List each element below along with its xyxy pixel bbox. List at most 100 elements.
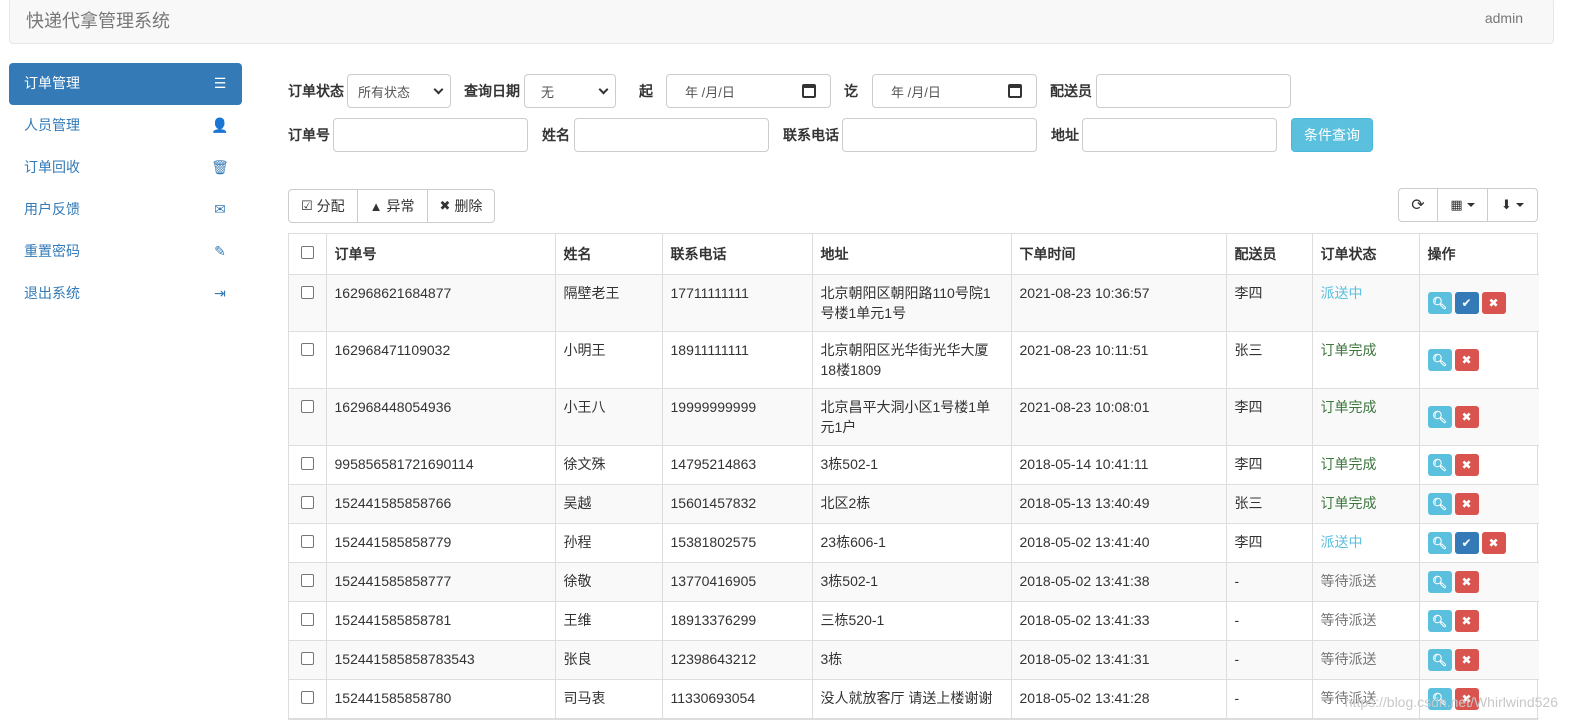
table-row[interactable]: 162968448054936 小王八 19999999999 北京昌平大洞小区1号楼… [289, 388, 1539, 446]
calendar-icon[interactable] [1008, 84, 1022, 98]
cell-status: 等待派送 [1312, 640, 1420, 680]
refresh-button[interactable]: ⟳ [1398, 188, 1438, 222]
columns-button[interactable]: ▦ [1437, 188, 1488, 222]
row-checkbox[interactable] [301, 456, 314, 470]
view-button[interactable]: 🔍︎ [1427, 531, 1452, 554]
cell-phone: 18913376299 [662, 601, 813, 641]
status-select[interactable]: 所有状态 [347, 74, 451, 108]
select-all-cell [289, 234, 327, 275]
sidebar-item-3[interactable]: 用户反馈 ✉ [9, 189, 242, 231]
row-checkbox[interactable] [301, 690, 314, 704]
col-address[interactable]: 地址 [812, 234, 1012, 275]
row-checkbox[interactable] [301, 573, 314, 587]
col-phone[interactable]: 联系电话 [662, 234, 813, 275]
row-checkbox[interactable] [301, 399, 314, 413]
to-date-value: 年 /月/日 [891, 84, 941, 100]
assign-button[interactable]: ☑ 分配 [288, 189, 358, 223]
table-row[interactable]: 162968621684877 隔壁老王 17711111111 北京朝阳区朝阳路11… [289, 274, 1539, 332]
sidebar-item-4[interactable]: 重置密码 ✎ [9, 231, 242, 273]
cell-time: 2021-08-23 10:08:01 [1011, 388, 1227, 446]
view-button[interactable]: 🔍︎ [1427, 405, 1452, 428]
current-user[interactable]: admin [1485, 10, 1523, 26]
search-icon: 🔍︎ [1431, 352, 1448, 367]
row-checkbox[interactable] [301, 285, 314, 299]
cell-phone: 14795214863 [662, 445, 813, 485]
col-status[interactable]: 订单状态 [1312, 234, 1420, 275]
export-button[interactable]: ⬇ [1487, 188, 1538, 222]
order-no-input[interactable] [333, 118, 528, 152]
from-date-input[interactable]: 年 /月/日 [666, 74, 831, 108]
calendar-icon[interactable] [802, 84, 816, 98]
cell-address: 3栋 [812, 640, 1012, 680]
table-row[interactable]: 152441585858777 徐敬 13770416905 3栋502-1 2018-… [289, 562, 1539, 602]
sidebar-item-2[interactable]: 订单回收 🗑 [9, 147, 242, 189]
courier-input[interactable] [1096, 74, 1291, 108]
confirm-button[interactable]: ✔ [1454, 291, 1479, 314]
view-button[interactable]: 🔍︎ [1427, 570, 1452, 593]
table-row[interactable]: 152441585858779 孙程 15381802575 23栋606-1 2018… [289, 523, 1539, 563]
table-row[interactable]: 152441585858783543 张良 12398643212 3栋 2018-05… [289, 640, 1539, 680]
phone-input[interactable] [842, 118, 1037, 152]
row-checkbox[interactable] [301, 534, 314, 548]
pencil-icon: ✎ [214, 243, 226, 259]
row-checkbox[interactable] [301, 342, 314, 356]
remove-button[interactable]: ✖ [1454, 405, 1479, 428]
abnormal-button[interactable]: ▲ 异常 [356, 189, 428, 223]
cell-courier: 李四 [1226, 523, 1313, 563]
row-select-cell [289, 274, 327, 332]
table-row[interactable]: 152441585858766 吴越 15601457832 北区2栋 2018-05-… [289, 484, 1539, 524]
cell-order-no: 152441585858783543 [326, 640, 556, 680]
view-button[interactable]: 🔍︎ [1427, 291, 1452, 314]
col-courier[interactable]: 配送员 [1226, 234, 1313, 275]
remove-button[interactable]: ✖ [1454, 570, 1479, 593]
cell-time: 2018-05-02 13:41:28 [1011, 679, 1227, 719]
row-checkbox[interactable] [301, 495, 314, 509]
cell-time: 2021-08-23 10:11:51 [1011, 331, 1227, 389]
view-button[interactable]: 🔍︎ [1427, 453, 1452, 476]
remove-button[interactable]: ✖ [1454, 648, 1479, 671]
col-order-no[interactable]: 订单号 [326, 234, 556, 275]
cell-address: 3栋502-1 [812, 445, 1012, 485]
cell-status: 订单完成 [1312, 484, 1420, 524]
grid-icon: ▦ [1450, 197, 1463, 212]
status-select-value: 所有状态 [358, 84, 411, 100]
cell-courier: 李四 [1226, 388, 1313, 446]
sidebar-item-1[interactable]: 人员管理 👤 [9, 105, 242, 147]
view-button[interactable]: 🔍︎ [1427, 492, 1452, 515]
view-button[interactable]: 🔍︎ [1427, 348, 1452, 371]
col-name[interactable]: 姓名 [555, 234, 663, 275]
name-input[interactable] [574, 118, 769, 152]
sidebar-item-0[interactable]: 订单管理 ☰ [9, 63, 242, 105]
confirm-button[interactable]: ✔ [1454, 531, 1479, 554]
table-row[interactable]: 152441585858781 王维 18913376299 三栋520-1 2018-… [289, 601, 1539, 641]
cell-courier: - [1226, 640, 1313, 680]
query-button[interactable]: 条件查询 [1291, 118, 1373, 152]
remove-button[interactable]: ✖ [1454, 348, 1479, 371]
search-icon: 🔍︎ [1431, 457, 1448, 472]
cell-order-no: 162968471109032 [326, 331, 556, 389]
remove-button[interactable]: ✖ [1481, 531, 1506, 554]
date-select[interactable]: 无 [524, 74, 616, 108]
address-input[interactable] [1082, 118, 1277, 152]
remove-button[interactable]: ✖ [1454, 492, 1479, 515]
table-row[interactable]: 162968471109032 小明王 18911111111 北京朝阳区光华街光华大… [289, 331, 1539, 389]
select-all-checkbox[interactable] [301, 246, 314, 260]
to-date-input[interactable]: 年 /月/日 [872, 74, 1037, 108]
remove-button[interactable]: ✖ [1454, 453, 1479, 476]
remove-button[interactable]: ✖ [1454, 609, 1479, 632]
col-order-time[interactable]: 下单时间 [1011, 234, 1227, 275]
view-button[interactable]: 🔍︎ [1427, 648, 1452, 671]
cell-name: 司马衷 [555, 679, 663, 719]
row-checkbox[interactable] [301, 651, 314, 665]
cell-address: 23栋606-1 [812, 523, 1012, 563]
cell-status: 等待派送 [1312, 562, 1420, 602]
delete-button[interactable]: ✖ 删除 [426, 189, 496, 223]
cell-order-no: 152441585858777 [326, 562, 556, 602]
sidebar-item-5[interactable]: 退出系统 ⇥ [9, 273, 242, 315]
remove-button[interactable]: ✖ [1481, 291, 1506, 314]
app-title[interactable]: 快递代拿管理系统 [26, 7, 170, 33]
table-row[interactable]: 995856581721690114 徐文殊 14795214863 3栋502-1 2… [289, 445, 1539, 485]
view-button[interactable]: 🔍︎ [1427, 609, 1452, 632]
row-checkbox[interactable] [301, 612, 314, 626]
sidebar-item-label: 重置密码 [24, 243, 80, 259]
